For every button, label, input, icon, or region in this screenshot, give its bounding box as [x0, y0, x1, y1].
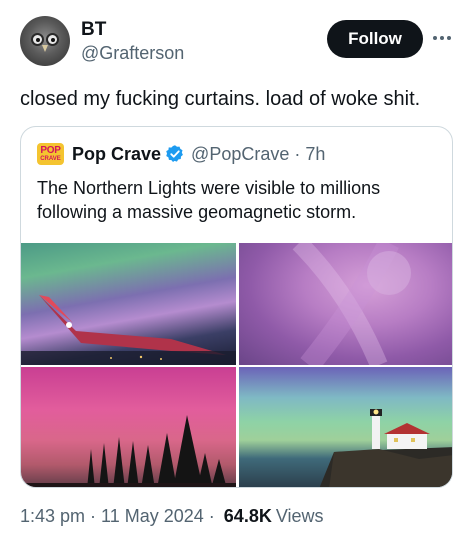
- media-image-aurora-lighthouse[interactable]: [239, 367, 452, 487]
- media-image-aurora-from-plane[interactable]: [21, 243, 236, 365]
- follow-button[interactable]: Follow: [327, 20, 423, 58]
- lighthouse-icon: [319, 409, 452, 487]
- views-count: 64.8K: [223, 506, 272, 526]
- quoted-avatar-logo-subtext: CRAVE: [40, 156, 61, 162]
- quoted-handle-time[interactable]: @PopCrave · 7h: [191, 144, 325, 165]
- avatar[interactable]: [20, 16, 70, 66]
- more-dot: [440, 36, 444, 40]
- verified-badge-icon: [166, 145, 183, 162]
- media-image-aurora-trees[interactable]: [21, 367, 236, 487]
- quoted-tweet-text: The Northern Lights were visible to mill…: [37, 178, 381, 222]
- tweet-date[interactable]: 11 May 2024: [101, 506, 204, 527]
- quoted-author-name[interactable]: Pop Crave: [72, 144, 161, 165]
- author-name[interactable]: BT: [81, 19, 106, 41]
- owl-beak: [42, 45, 48, 52]
- quoted-tweet-header: POP CRAVE Pop Crave @PopCrave · 7h: [37, 143, 437, 165]
- media-image-aurora-sky[interactable]: [239, 243, 452, 365]
- separator-dot: ·: [90, 506, 97, 526]
- more-options-icon[interactable]: [430, 28, 454, 48]
- media-grid: [21, 243, 452, 487]
- more-dot: [447, 36, 451, 40]
- tweet-footer: 1:43 pm · 11 May 2024 · 64.8K Views: [20, 506, 324, 527]
- tweet-time[interactable]: 1:43 pm: [20, 506, 85, 527]
- tweet-text: closed my fucking curtains. load of woke…: [20, 88, 421, 110]
- quoted-avatar-logo-text: POP: [40, 145, 61, 156]
- author-handle[interactable]: @Grafterson: [81, 43, 184, 64]
- aurora-rays: [292, 243, 411, 365]
- tweet-header: BT @Grafterson Follow: [20, 16, 460, 68]
- views-label: Views: [275, 506, 324, 526]
- tree-silhouettes: [21, 415, 236, 487]
- separator-dot: ·: [208, 506, 215, 526]
- quoted-avatar[interactable]: POP CRAVE: [37, 143, 64, 165]
- more-dot: [433, 36, 437, 40]
- quoted-tweet[interactable]: POP CRAVE Pop Crave @PopCrave · 7h The N…: [20, 126, 453, 488]
- plane-wing-icon: [21, 295, 236, 365]
